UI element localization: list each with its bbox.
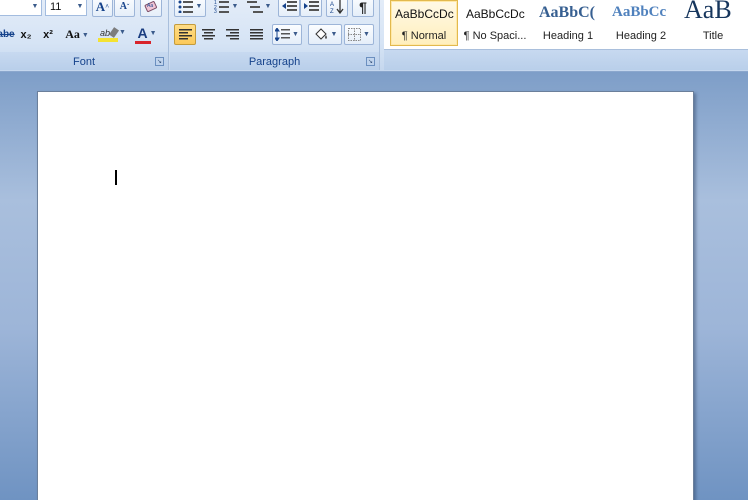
style-name-heading2: Heading 2 [615,30,667,42]
decrease-indent-button[interactable] [278,0,300,17]
numbering-button[interactable]: 1 2 3 ▼ [210,0,242,17]
eraser-icon: Aa [144,0,157,12]
line-spacing-button[interactable]: ▼ [272,24,302,45]
font-group-label: Font [72,56,95,68]
svg-text:Aa: Aa [147,3,153,9]
chevron-down-icon: ▼ [119,29,126,36]
style-tile-heading1[interactable]: AaBbC( Heading 1 [534,0,602,46]
chevron-down-icon: ▼ [81,30,89,39]
style-sample-heading2: AaBbCc [612,4,667,20]
style-sample-heading1: AaBbC( [539,4,596,21]
align-right-button[interactable] [221,24,243,45]
highlight-label: ab [100,27,111,38]
style-tile-heading2[interactable]: AaBbCc Heading 2 [607,0,675,46]
style-sample-no-spacing: AaBbCcDc [466,7,525,21]
styles-group-label-bar [384,50,748,70]
style-sample-title: AaB [684,0,732,24]
paint-bucket-icon [314,28,327,40]
style-tile-no-spacing[interactable]: AaBbCcDc ¶ No Spaci... [461,0,529,46]
change-case-button[interactable]: Aa ▼ [62,24,92,45]
justify-icon [249,29,263,40]
style-tile-title[interactable]: AaB Title [679,0,747,46]
subscript-label: x₂ [20,28,32,41]
chevron-down-icon: ▼ [76,3,84,10]
multilevel-list-icon [246,1,263,13]
font-color-label: A [137,25,148,41]
sort-button[interactable]: A Z [326,0,348,17]
paragraph-group: ▼ 1 2 3 ▼ ▼ A Z ¶ ▼ ▼ ▼ Paragraph ↘ [170,0,380,70]
highlight-color-bar [98,37,118,42]
style-sample-normal: AaBbCcDc [395,7,454,21]
multilevel-list-button[interactable]: ▼ [244,0,274,17]
styles-gallery: AaBbCcDc ¶ Normal AaBbCcDc ¶ No Spaci...… [384,0,748,50]
shrink-font-button[interactable]: Aˇ [114,0,135,17]
chevron-down-icon: ▼ [231,3,239,10]
align-center-icon [201,29,215,40]
font-size-combo[interactable]: 11 ▼ [45,0,87,16]
chevron-down-icon: ▼ [149,29,157,37]
border-grid-icon [348,28,362,41]
align-left-icon [178,29,192,40]
style-name-title: Title [702,30,724,42]
chevron-down-icon: ▼ [195,3,203,10]
ribbon: ▼ 11 ▼ A ^ Aˇ Aa abe x₂ x² Aa ▼ ab ▼ A ▼… [0,0,748,72]
sort-az-icon: A Z [330,0,344,14]
style-name-normal: ¶ Normal [401,30,447,42]
font-group: ▼ 11 ▼ A ^ Aˇ Aa abe x₂ x² Aa ▼ ab ▼ A ▼… [0,0,169,70]
line-spacing-icon [275,28,291,41]
document-page[interactable] [37,91,694,500]
justify-button[interactable] [245,24,267,45]
svg-text:A: A [330,2,334,8]
style-name-heading1: Heading 1 [542,30,594,42]
superscript-button[interactable]: x² [38,24,58,45]
clear-formatting-button[interactable]: Aa [140,0,162,17]
show-hide-marks-button[interactable]: ¶ [352,0,374,17]
align-left-button[interactable] [174,24,196,45]
chevron-down-icon: ▼ [363,31,370,38]
text-highlight-button[interactable]: ab ▼ [96,24,130,45]
caret-up-icon: ^ [105,2,110,11]
align-center-button[interactable] [197,24,219,45]
chevron-down-icon: ▼ [264,3,272,10]
document-area[interactable] [0,72,748,500]
font-size-value: 11 [50,0,62,13]
font-color-button[interactable]: A ▼ [131,24,163,45]
align-right-icon [225,29,239,40]
svg-text:3: 3 [214,9,217,13]
strikethrough-label: abe [0,29,15,40]
pilcrow-icon: ¶ [359,0,367,15]
svg-text:Z: Z [330,9,334,14]
grow-font-label: A [95,0,106,14]
font-color-bar [135,41,151,44]
style-name-no-spacing: ¶ No Spaci... [463,30,527,42]
text-cursor [115,170,117,185]
caret-down-icon: ˇ [126,2,130,11]
increase-indent-icon [303,1,319,11]
grow-font-button[interactable]: A ^ [92,0,113,17]
paragraph-group-label: Paragraph [248,56,301,68]
borders-button[interactable]: ▼ [344,24,374,45]
shading-button[interactable]: ▼ [308,24,342,45]
paragraph-dialog-launcher-icon[interactable]: ↘ [366,57,375,66]
strikethrough-button[interactable]: abe [0,24,15,45]
font-name-combo[interactable]: ▼ [0,0,42,16]
increase-indent-button[interactable] [300,0,322,17]
shrink-font-label: A [119,1,127,12]
bullet-list-icon [178,0,193,13]
chevron-down-icon: ▼ [292,31,299,38]
chevron-down-icon: ▼ [330,31,338,38]
font-dialog-launcher-icon[interactable]: ↘ [155,57,164,66]
style-tile-normal[interactable]: AaBbCcDc ¶ Normal [390,0,458,46]
superscript-label: x² [43,28,53,41]
bullets-button[interactable]: ▼ [174,0,206,17]
numbered-list-icon: 1 2 3 [214,0,229,13]
chevron-down-icon: ▼ [31,3,39,10]
change-case-label: Aa [65,27,80,41]
subscript-button[interactable]: x₂ [16,24,36,45]
decrease-indent-icon [281,1,297,11]
highlighter-pen-icon [108,27,120,38]
